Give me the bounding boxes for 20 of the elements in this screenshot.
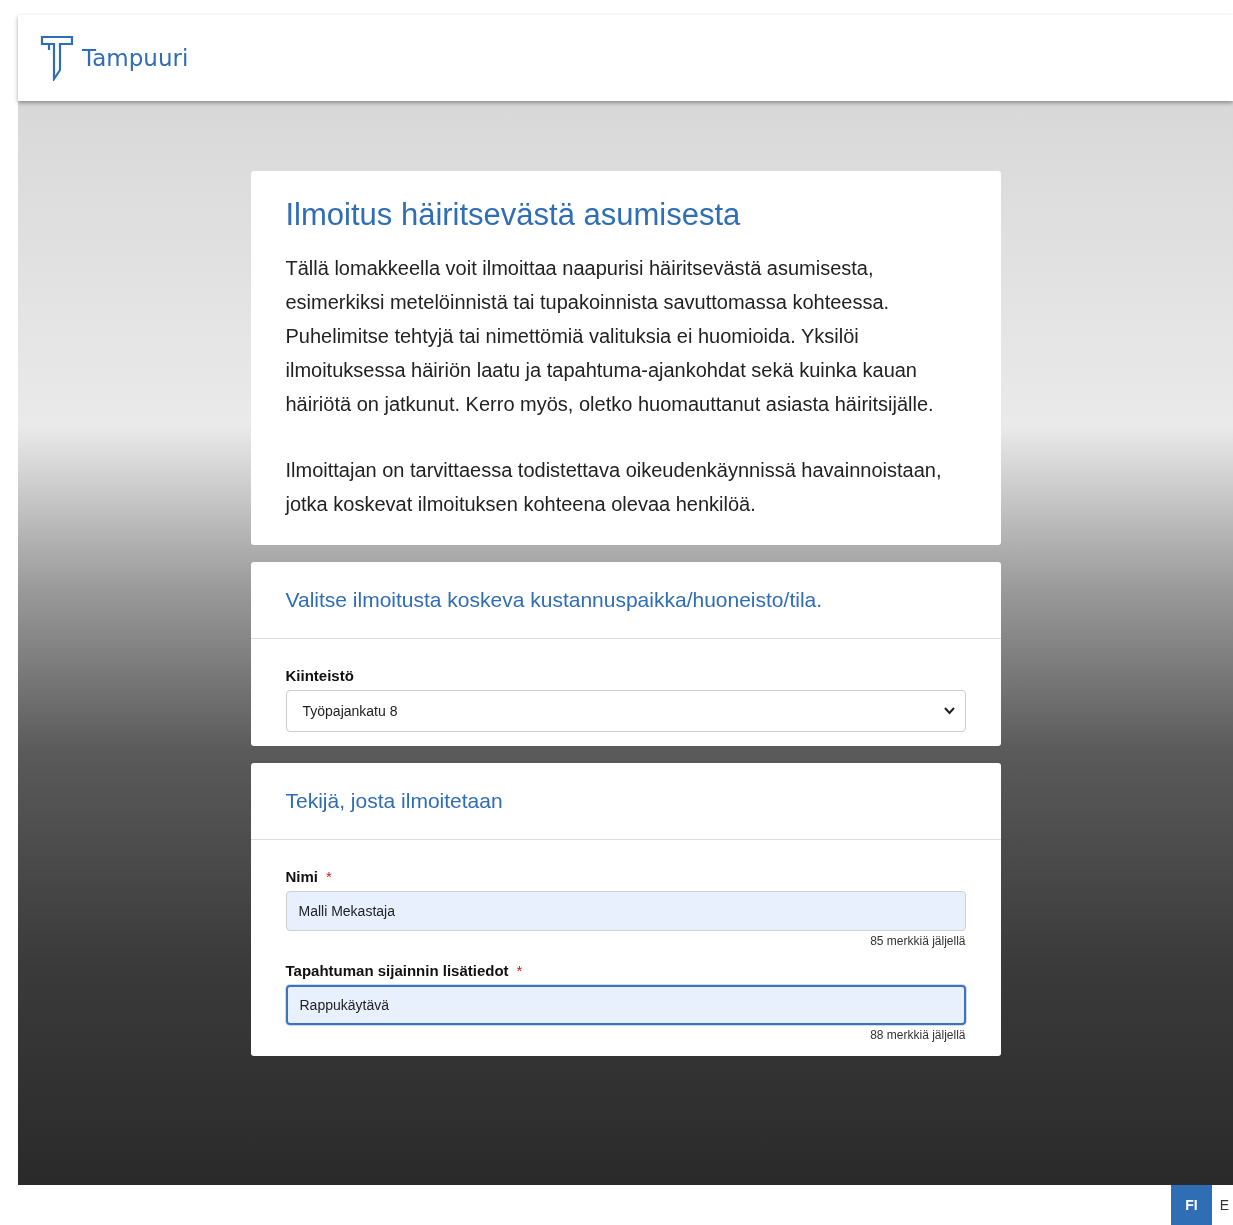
characters-left-counter: 88 merkkiä jäljellä bbox=[870, 1028, 966, 1042]
language-button[interactable]: FI bbox=[1171, 1185, 1212, 1225]
chevron-down-icon bbox=[943, 707, 955, 715]
brand-name: Tampuuri bbox=[82, 45, 189, 71]
select-value: Työpajankatu 8 bbox=[302, 703, 398, 719]
property-select[interactable]: Työpajankatu 8 bbox=[285, 690, 966, 732]
logo-icon bbox=[40, 35, 74, 81]
required-asterisk: * bbox=[326, 868, 332, 885]
characters-left-counter: 85 merkkiä jäljellä bbox=[870, 934, 966, 948]
text-input-field[interactable]: Rappukäytävä bbox=[285, 985, 966, 1025]
field-label: Nimi bbox=[285, 868, 318, 885]
section-title: Valitse ilmoitusta koskeva kustannuspaikka/huoneisto/tila. bbox=[285, 588, 824, 612]
field-label: Kiinteistö bbox=[285, 667, 354, 684]
form-title: Ilmoitus häiritsevästä asumisesta bbox=[285, 197, 742, 233]
field-label: Tapahtuman sijainnin lisätiedot bbox=[285, 962, 509, 979]
text-input-field[interactable]: Malli Mekastaja bbox=[285, 891, 966, 931]
section-title: Tekijä, josta ilmoitetaan bbox=[285, 789, 504, 813]
intro-paragraph: Tällä lomakkeella voit ilmoittaa naapurisi häiritsevästä asumisesta, esimerkiksi metelöinnistä tai tupakoinnista savuttomassa kohteessa. Puhelimitse tehtyjä tai nimettömiä valituksia ei huomioida. Yksilöi ilmoituksessa häiriön laatu ja tapahtuma-ajankohdat sekä kuinka kauan häiriötä on jatkunut. Kerro myös, oletko huomauttanut asiasta häiritsijälle. bbox=[285, 256, 935, 417]
required-asterisk: * bbox=[516, 962, 523, 979]
intro-paragraph: Ilmoittajan on tarvittaessa todistettava oikeudenkäynnissä havainnoistaan, jotka koskevat ilmoituksen kohteena olevaa henkilöä. bbox=[285, 458, 943, 517]
